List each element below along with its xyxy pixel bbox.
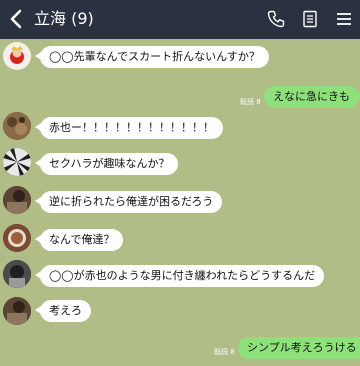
message-bubble: ◯◯先輩なんでスカート折んないんすか？: [35, 46, 269, 68]
message-bubble: 考えろ: [35, 300, 91, 322]
message-row: ◯◯が赤也のような男に付き纏われたらどうするんだ: [0, 260, 360, 290]
message-bubble: 逆に折られたら俺達が困るだろう: [34, 191, 223, 213]
message-row: 既読 8 シンプル考えろうける: [0, 336, 360, 366]
phone-icon[interactable]: [266, 9, 286, 29]
message-bubble: ◯◯が赤也のような男に付き纏われたらどうするんだ: [34, 265, 325, 287]
avatar-4-image: [3, 186, 31, 214]
message-row: 逆に折られたら俺達が困るだろう: [0, 186, 360, 216]
menu-icon[interactable]: [334, 9, 354, 29]
avatar-1[interactable]: [3, 42, 31, 70]
avatar-2-image: [3, 112, 31, 140]
message-row: 既読 8 えなに急にきも: [0, 84, 360, 114]
back-icon[interactable]: [8, 9, 24, 29]
avatar-5[interactable]: [3, 224, 31, 252]
avatar-3[interactable]: [3, 148, 31, 176]
chat-header: 立海 (9): [0, 0, 360, 39]
avatar-7[interactable]: [3, 297, 31, 325]
message-bubble: なんで俺達？: [34, 229, 124, 251]
message-row: なんで俺達？: [0, 224, 360, 254]
notes-icon[interactable]: [300, 9, 320, 29]
read-receipt: 既読 8: [240, 98, 261, 106]
avatar-4[interactable]: [3, 186, 31, 214]
avatar-6-image: [3, 260, 31, 288]
read-receipt: 既読 8: [214, 348, 235, 356]
message-row: ◯◯先輩なんでスカート折んないんすか？: [0, 42, 360, 72]
message-row: セクハラが趣味なんか？: [0, 148, 360, 178]
chat-screen: 立海 (9) ◯◯先輩なんでスカート折んないんすか？ 既読 8 えなに急にきも …: [0, 0, 360, 360]
avatar-1-image: [10, 46, 24, 64]
avatar-2[interactable]: [3, 112, 31, 140]
message-row: 考えろ: [0, 297, 360, 327]
avatar-5-image: [3, 224, 31, 252]
avatar-7-image: [3, 297, 31, 325]
message-bubble: セクハラが趣味なんか？: [34, 153, 179, 175]
message-bubble: 赤也ー！！！！！！！！！！！！: [35, 117, 223, 139]
message-bubble-own: えなに急にきも: [264, 86, 360, 108]
chat-title: 立海 (9): [34, 9, 94, 28]
message-row: 赤也ー！！！！！！！！！！！！: [0, 112, 360, 142]
message-bubble-own: シンプル考えろうける: [238, 337, 360, 359]
avatar-6[interactable]: [3, 260, 31, 288]
avatar-3-image: [3, 148, 31, 176]
